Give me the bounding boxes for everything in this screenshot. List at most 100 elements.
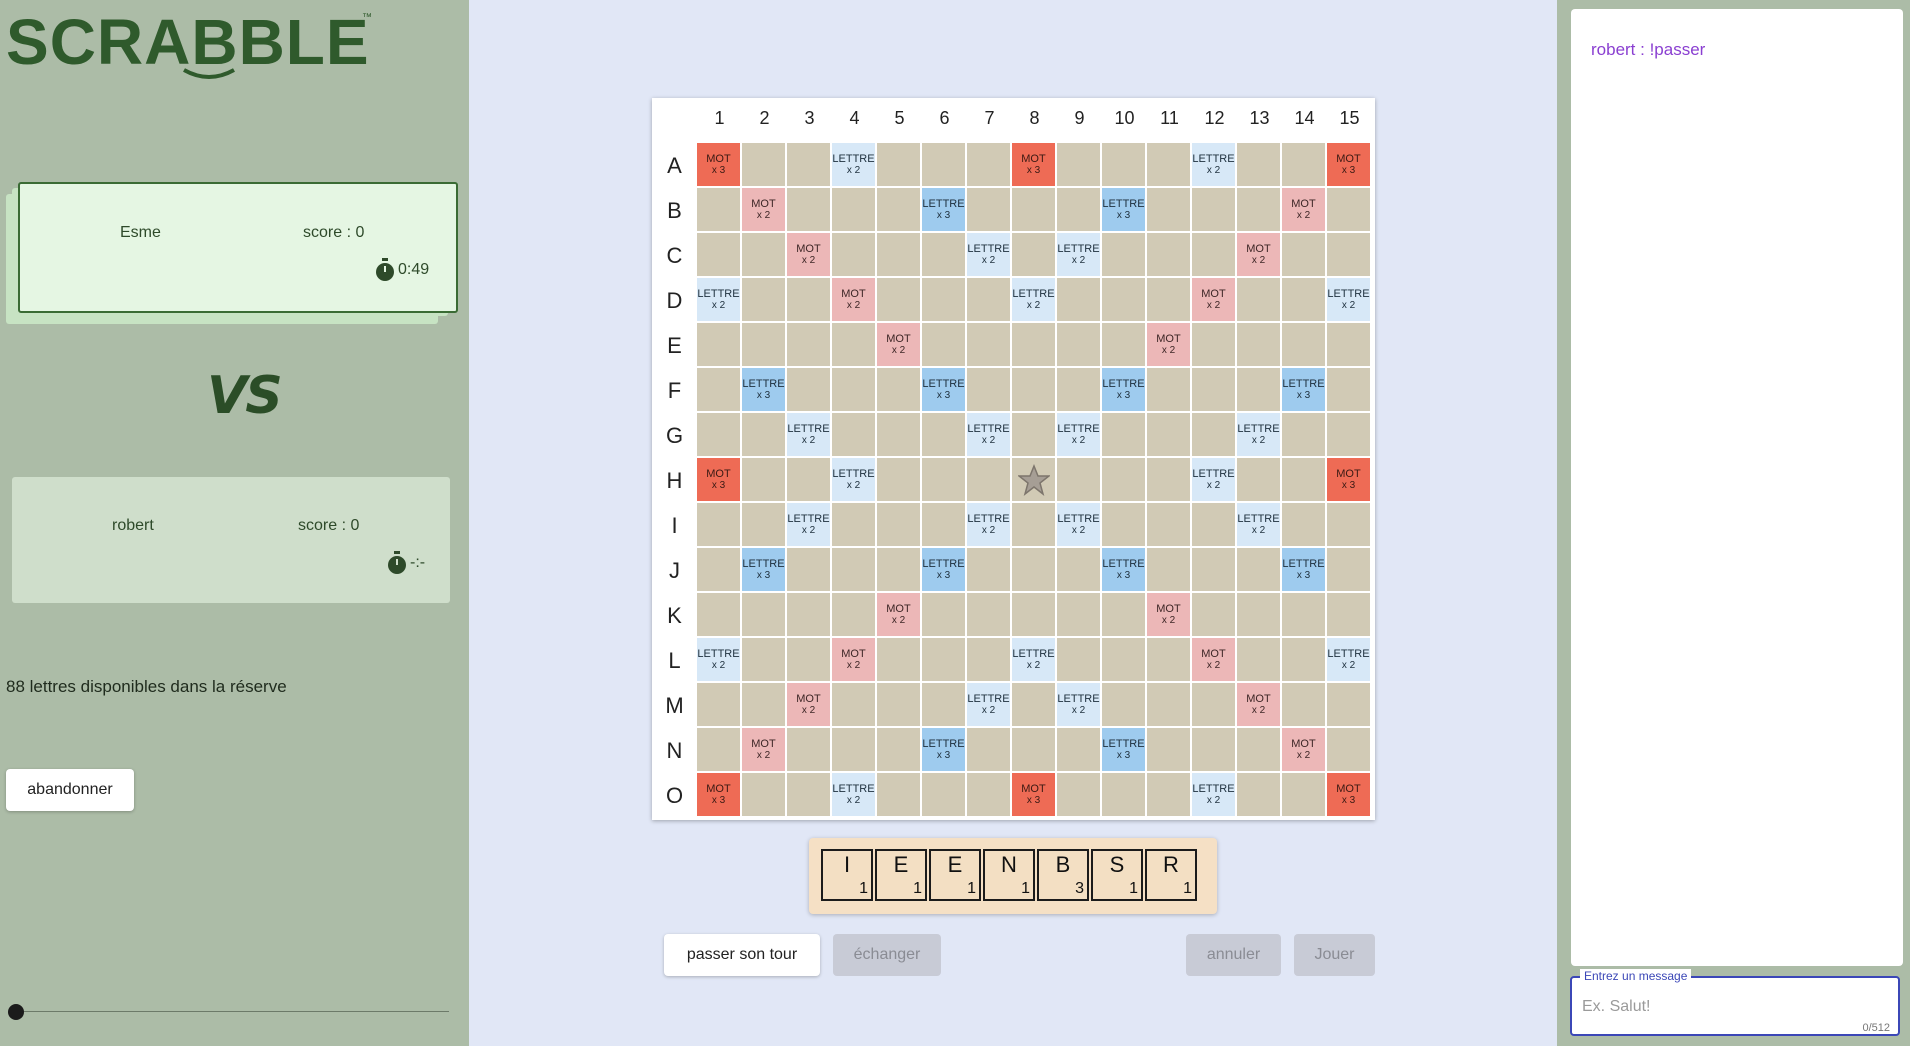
board-cell[interactable]: [1012, 593, 1055, 636]
board-cell[interactable]: [1237, 458, 1280, 501]
board-cell[interactable]: [1012, 728, 1055, 771]
board-cell[interactable]: [1282, 683, 1325, 726]
board-cell-tw[interactable]: MOT x 3: [697, 143, 740, 186]
board-cell[interactable]: [1012, 323, 1055, 366]
board-cell[interactable]: [787, 458, 830, 501]
board-cell[interactable]: [742, 638, 785, 681]
board-cell[interactable]: [787, 188, 830, 231]
board-cell[interactable]: [877, 503, 920, 546]
board-cell[interactable]: [967, 143, 1010, 186]
board-cell[interactable]: [1327, 503, 1370, 546]
board-cell[interactable]: [742, 683, 785, 726]
board-cell[interactable]: [967, 188, 1010, 231]
board-cell-tl[interactable]: LETTRE x 3: [922, 368, 965, 411]
board-cell-dw[interactable]: MOT x 2: [1282, 728, 1325, 771]
abandon-button[interactable]: abandonner: [6, 769, 134, 811]
board-cell[interactable]: [1057, 458, 1100, 501]
board-cell[interactable]: [1102, 503, 1145, 546]
board-cell-dl[interactable]: LETTRE x 2: [1192, 773, 1235, 816]
board-cell[interactable]: [742, 773, 785, 816]
play-button[interactable]: Jouer: [1294, 934, 1375, 976]
board-cell[interactable]: [1147, 503, 1190, 546]
board-cell[interactable]: [1012, 233, 1055, 276]
board-cell[interactable]: [1282, 143, 1325, 186]
board-cell[interactable]: [1192, 188, 1235, 231]
board-cell-dw[interactable]: MOT x 2: [832, 278, 875, 321]
board-cell[interactable]: [967, 368, 1010, 411]
board-cell[interactable]: [1057, 638, 1100, 681]
slider-thumb[interactable]: [8, 1004, 24, 1020]
board-cell[interactable]: [1012, 368, 1055, 411]
board-cell-tw[interactable]: MOT x 3: [1012, 143, 1055, 186]
board-cell-dw[interactable]: MOT x 2: [742, 728, 785, 771]
board-cell[interactable]: [1237, 188, 1280, 231]
board-cell[interactable]: [1102, 323, 1145, 366]
board-cell-dw[interactable]: MOT x 2: [1282, 188, 1325, 231]
board-cell[interactable]: [832, 683, 875, 726]
board-cell[interactable]: [967, 458, 1010, 501]
board-cell[interactable]: [832, 188, 875, 231]
board-cell-dw[interactable]: MOT x 2: [1237, 683, 1280, 726]
board-cell-dl[interactable]: LETTRE x 2: [967, 503, 1010, 546]
board-cell[interactable]: [877, 188, 920, 231]
board-cell[interactable]: [1192, 503, 1235, 546]
board-cell-dl[interactable]: LETTRE x 2: [1327, 638, 1370, 681]
board-cell[interactable]: [1327, 233, 1370, 276]
board-cell[interactable]: [1327, 548, 1370, 591]
board-cell[interactable]: [697, 188, 740, 231]
board-cell-dw[interactable]: MOT x 2: [787, 233, 830, 276]
board-cell[interactable]: [1102, 143, 1145, 186]
board-cell-dl[interactable]: LETTRE x 2: [967, 413, 1010, 456]
rack-tile[interactable]: B3: [1037, 849, 1089, 901]
board-cell[interactable]: [1192, 233, 1235, 276]
board-cell[interactable]: [1237, 728, 1280, 771]
board-cell[interactable]: [1147, 548, 1190, 591]
board-cell-dl[interactable]: LETTRE x 2: [1237, 413, 1280, 456]
board-cell[interactable]: [697, 413, 740, 456]
board-cell[interactable]: [697, 728, 740, 771]
board-cell[interactable]: [1147, 638, 1190, 681]
board-cell[interactable]: [1147, 188, 1190, 231]
board-cell-tl[interactable]: LETTRE x 3: [922, 728, 965, 771]
board-cell[interactable]: [787, 728, 830, 771]
board-cell[interactable]: [1327, 188, 1370, 231]
board-cell[interactable]: [1327, 593, 1370, 636]
board-cell-dw[interactable]: MOT x 2: [1192, 638, 1235, 681]
board-cell[interactable]: [877, 548, 920, 591]
board-cell-dl[interactable]: LETTRE x 2: [787, 413, 830, 456]
board-cell-tl[interactable]: LETTRE x 3: [1282, 548, 1325, 591]
board-cell-dw[interactable]: MOT x 2: [877, 593, 920, 636]
board-cell[interactable]: [1012, 188, 1055, 231]
board-cell[interactable]: [832, 413, 875, 456]
board-cell[interactable]: [1057, 368, 1100, 411]
board-cell[interactable]: [787, 638, 830, 681]
board-cell[interactable]: [922, 413, 965, 456]
board-cell[interactable]: [1282, 323, 1325, 366]
board-cell[interactable]: [697, 548, 740, 591]
board-cell-dl[interactable]: LETTRE x 2: [697, 638, 740, 681]
board-cell[interactable]: [1282, 503, 1325, 546]
board-cell-dw[interactable]: MOT x 2: [787, 683, 830, 726]
board-cell[interactable]: [1327, 413, 1370, 456]
board-cell[interactable]: [877, 368, 920, 411]
board-cell-dl[interactable]: LETTRE x 2: [1057, 413, 1100, 456]
board-cell[interactable]: [742, 323, 785, 366]
exchange-button[interactable]: échanger: [833, 934, 941, 976]
board-cell-dl[interactable]: LETTRE x 2: [1057, 683, 1100, 726]
board-cell[interactable]: [877, 728, 920, 771]
rack-tile[interactable]: E1: [929, 849, 981, 901]
board-cell[interactable]: [1237, 548, 1280, 591]
chat-input[interactable]: [1580, 994, 1884, 1020]
board-cell[interactable]: [832, 548, 875, 591]
board-cell[interactable]: [1102, 593, 1145, 636]
board-cell[interactable]: [1147, 728, 1190, 771]
board-cell[interactable]: [1282, 593, 1325, 636]
board-cell[interactable]: [1192, 728, 1235, 771]
board-cell[interactable]: [1102, 233, 1145, 276]
board-cell[interactable]: [1237, 593, 1280, 636]
board-cell[interactable]: [697, 368, 740, 411]
board-cell[interactable]: [1102, 683, 1145, 726]
board-cell[interactable]: [742, 593, 785, 636]
board-cell[interactable]: [922, 323, 965, 366]
board-cell[interactable]: [832, 728, 875, 771]
